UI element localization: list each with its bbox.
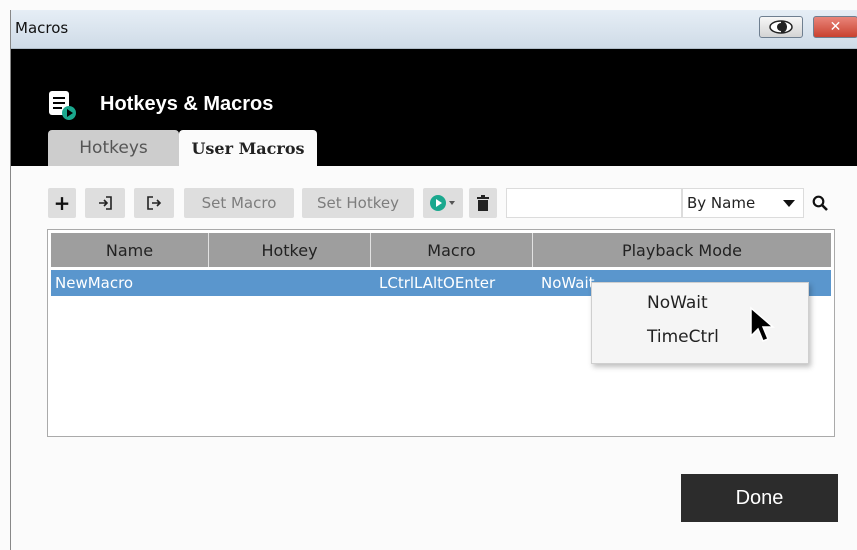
- export-icon: [147, 196, 162, 210]
- close-icon: ✕: [829, 19, 842, 35]
- playback-mode-dropdown: NoWait TimeCtrl: [591, 282, 809, 364]
- column-header-macro[interactable]: Macro: [371, 233, 533, 267]
- macros-window: Macros ✕ Hotkeys & Macros Hotkeys User M…: [10, 10, 857, 550]
- contrast-icon: [769, 20, 793, 34]
- trash-icon: [477, 195, 489, 211]
- tab-hotkeys[interactable]: Hotkeys: [48, 130, 179, 166]
- cell-name: NewMacro: [55, 274, 134, 292]
- table-header: Name Hotkey Macro Playback Mode: [51, 233, 831, 267]
- import-icon: [99, 196, 112, 210]
- search-button[interactable]: [807, 188, 833, 218]
- option-timectrl[interactable]: TimeCtrl: [647, 327, 719, 347]
- done-label: Done: [735, 486, 784, 509]
- macro-scroll-icon: [49, 91, 76, 120]
- add-macro-button[interactable]: +: [48, 188, 76, 218]
- column-header-playback-mode[interactable]: Playback Mode: [533, 233, 831, 267]
- play-macro-button[interactable]: [423, 188, 463, 218]
- import-button[interactable]: [85, 188, 125, 218]
- sort-select-value: By Name: [687, 194, 756, 212]
- page-title: Hotkeys & Macros: [100, 93, 274, 115]
- title-bar: Macros ✕: [11, 10, 857, 49]
- mouse-cursor-icon: [750, 306, 775, 342]
- contrast-toggle-button[interactable]: [759, 16, 803, 38]
- tab-label: User Macros: [191, 138, 305, 158]
- search-icon: [812, 195, 828, 211]
- window-title: Macros: [15, 19, 69, 37]
- cell-hotkey: [213, 270, 367, 296]
- sort-select[interactable]: By Name: [682, 188, 804, 218]
- tab-label: Hotkeys: [79, 138, 148, 158]
- set-macro-button[interactable]: Set Macro: [184, 188, 294, 218]
- column-header-name[interactable]: Name: [51, 233, 209, 267]
- close-button[interactable]: ✕: [813, 16, 857, 38]
- done-button[interactable]: Done: [681, 474, 838, 522]
- cell-macro: LCtrlLAltOEnter: [379, 274, 496, 292]
- search-input[interactable]: [506, 188, 682, 218]
- set-hotkey-button[interactable]: Set Hotkey: [302, 188, 414, 218]
- chevron-down-icon: [783, 200, 795, 207]
- set-hotkey-label: Set Hotkey: [317, 194, 399, 212]
- set-macro-label: Set Macro: [201, 194, 277, 212]
- plus-icon: +: [53, 191, 71, 215]
- export-button[interactable]: [134, 188, 174, 218]
- delete-macro-button[interactable]: [469, 188, 497, 218]
- tab-user-macros[interactable]: User Macros: [179, 130, 317, 166]
- play-icon: [430, 195, 455, 211]
- option-nowait[interactable]: NoWait: [647, 293, 708, 313]
- column-header-hotkey[interactable]: Hotkey: [209, 233, 371, 267]
